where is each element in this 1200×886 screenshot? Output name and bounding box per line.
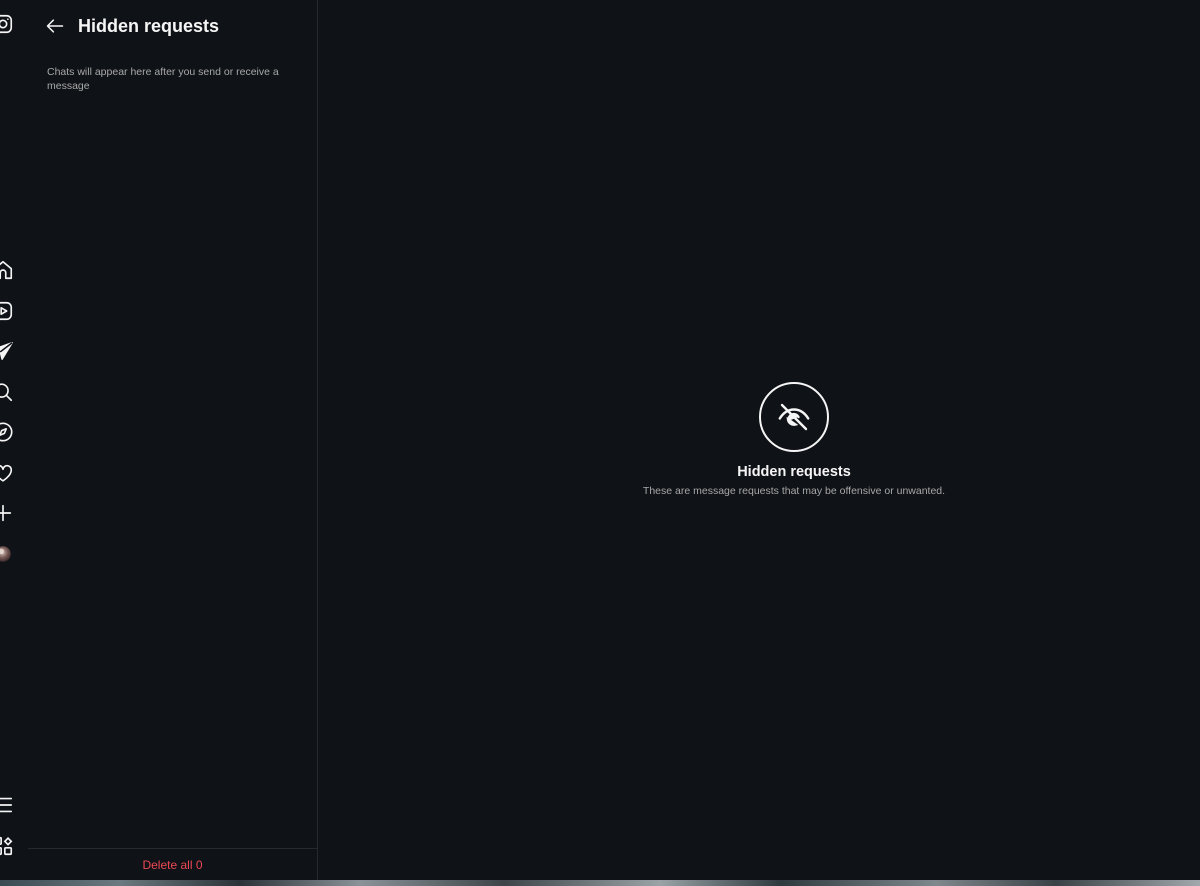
reels-icon[interactable]: [0, 300, 14, 322]
search-icon[interactable]: [0, 381, 14, 403]
arrow-left-icon: [46, 19, 64, 33]
menu-icon[interactable]: [0, 794, 14, 816]
eye-off-icon: [759, 382, 829, 452]
hidden-requests-panel: Hidden requests Chats will appear here a…: [28, 0, 318, 880]
empty-state: Hidden requests These are message reques…: [318, 382, 1200, 497]
desktop-background-strip: [0, 880, 1200, 886]
messages-icon[interactable]: [0, 340, 14, 362]
app-window: Hidden requests Chats will appear here a…: [0, 0, 1200, 880]
panel-footer: Delete all 0: [28, 848, 317, 880]
instagram-logo-icon[interactable]: [0, 13, 14, 35]
empty-state-subtitle: These are message requests that may be o…: [642, 485, 946, 497]
page-title: Hidden requests: [78, 15, 220, 36]
main-pane: Hidden requests These are message reques…: [318, 0, 1200, 880]
panel-header: Hidden requests: [44, 12, 219, 40]
back-button[interactable]: [44, 15, 66, 37]
apps-icon[interactable]: [0, 835, 14, 857]
delete-all-button[interactable]: Delete all 0: [142, 858, 202, 872]
explore-icon[interactable]: [0, 421, 14, 443]
nav-rail: [0, 0, 28, 880]
empty-chats-hint: Chats will appear here after you send or…: [47, 66, 279, 92]
create-icon[interactable]: [0, 502, 14, 524]
empty-state-title: Hidden requests: [737, 464, 851, 480]
home-icon[interactable]: [0, 259, 14, 281]
profile-avatar[interactable]: [0, 543, 14, 565]
notifications-icon[interactable]: [0, 462, 14, 484]
